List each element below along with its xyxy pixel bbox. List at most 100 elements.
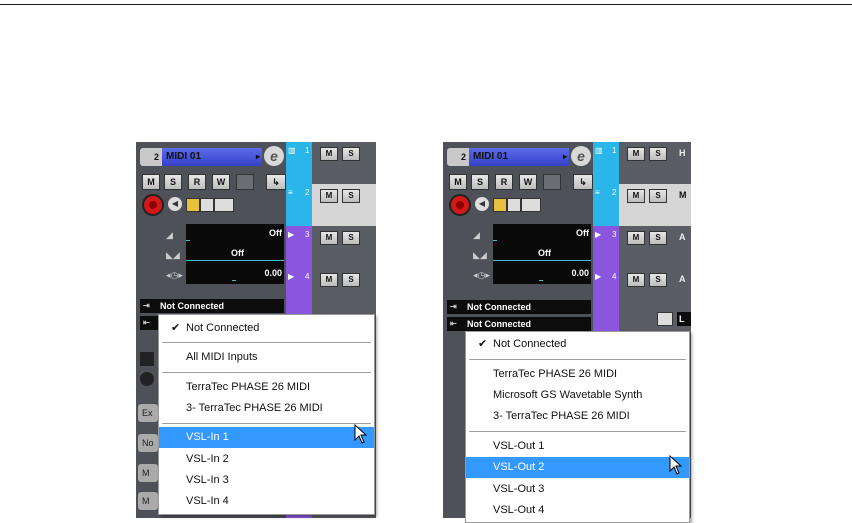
export-icon[interactable]: ↳ [266,174,286,190]
flag-icon: ▶ [288,230,295,239]
monitor-icon[interactable]: ◀ [168,197,182,211]
mute-button[interactable]: M [627,273,645,287]
record-icon[interactable] [449,194,471,216]
flag-icon: ▶ [595,272,602,281]
track-row-3[interactable]: ▶ 3 [593,226,619,268]
side-button-3[interactable]: M [138,464,158,482]
mute-button[interactable]: M [449,174,467,190]
delay-icon: ◂◷▸ [473,270,490,280]
side-button-4[interactable]: M [138,492,158,510]
record-icon[interactable] [142,194,164,216]
menu-item-not-connected[interactable]: ✔ Not Connected [466,334,689,355]
solo-button[interactable]: S [649,147,667,161]
lanes-icon[interactable] [214,198,234,212]
side-button-1[interactable]: Ex [138,404,158,422]
menu-item-selected[interactable]: VSL-Out 2 [466,457,689,478]
menu-item[interactable]: VSL-Out 1 [466,436,689,457]
track-name-field[interactable]: MIDI 01 ▸ [469,148,569,166]
pan-value: Off [538,248,551,258]
output-routing-field[interactable]: ⇤ Not Connected [447,317,591,331]
top-divider [0,4,852,5]
read-button[interactable]: R [495,174,513,190]
info-icon[interactable] [140,372,154,386]
inspector-toggle-icon[interactable] [236,174,254,190]
track-row-2[interactable]: ≡ 2 [286,184,312,226]
lanes-icon[interactable] [521,198,541,212]
menu-item[interactable]: TerraTec PHASE 26 MIDI [466,364,689,385]
mute-button[interactable]: M [320,273,338,287]
menu-item-not-connected[interactable]: ✔ Not Connected [159,318,374,339]
solo-button[interactable]: S [342,189,360,203]
flag-icon: ▶ [288,272,295,281]
track-label: A [679,232,686,242]
edit-icon[interactable]: e [264,146,284,166]
solo-button[interactable]: S [649,231,667,245]
solo-button[interactable]: S [342,231,360,245]
volume-bar [493,240,497,241]
solo-button[interactable]: S [471,174,489,190]
output-routing-field[interactable]: ⇤ [140,316,160,330]
lock-icon[interactable] [507,198,521,212]
menu-item[interactable]: VSL-In 4 [159,491,374,512]
track-row-4[interactable]: ▶ 4 [286,268,312,310]
pan-icon: ◣◢ [473,250,487,260]
menu-item[interactable]: VSL-Out 4 [466,500,689,521]
piano-icon: ▥ [288,146,296,155]
solo-button[interactable]: S [649,273,667,287]
menu-item[interactable]: TerraTec PHASE 26 MIDI [159,377,374,398]
track-name-field[interactable]: MIDI 01 ▸ [162,148,262,166]
track-name-label: MIDI 01 [166,151,202,162]
chevron-right-icon: ▸ [562,152,567,161]
solo-button[interactable]: S [342,147,360,161]
solo-button[interactable]: S [164,174,182,190]
inspector-toggle-icon[interactable] [543,174,561,190]
write-button[interactable]: W [519,174,537,190]
track-row-1[interactable]: ▥ 1 [286,142,312,184]
menu-item[interactable]: VSL-In 2 [159,449,374,470]
menu-item[interactable]: 3- TerraTec PHASE 26 MIDI [466,406,689,427]
volume-icon: ◢ [473,230,480,240]
menu-item[interactable]: VSL-In 3 [159,470,374,491]
menu-item-selected[interactable]: VSL-In 1 [159,427,374,448]
fader-display[interactable]: Off Off 0.00 [186,224,284,284]
midi-output-menu: ✔ Not Connected TerraTec PHASE 26 MIDI M… [465,331,690,523]
side-button-2[interactable]: No [138,434,158,452]
mute-button[interactable]: M [627,231,645,245]
lock-icon[interactable] [200,198,214,212]
track-label: A [679,274,686,284]
input-routing-field[interactable]: ⇥ Not Connected [447,300,591,314]
input-routing-field[interactable]: ⇥ Not Connected [140,299,284,313]
menu-item-label: Not Connected [493,338,567,350]
export-icon[interactable]: ↳ [573,174,593,190]
note-icon[interactable] [186,198,200,212]
menu-item[interactable]: All MIDI Inputs [159,347,374,368]
list-icon[interactable] [140,352,154,366]
menu-item[interactable]: Microsoft GS Wavetable Synth [466,385,689,406]
write-button[interactable]: W [212,174,230,190]
mute-button[interactable]: M [320,231,338,245]
volume-bar [186,240,190,241]
mute-button[interactable]: M [627,189,645,203]
delay-value: 0.00 [571,268,589,278]
menu-item[interactable]: 3- TerraTec PHASE 26 MIDI [159,398,374,419]
lane-field[interactable]: L [677,312,691,326]
solo-button[interactable]: S [649,189,667,203]
fader-display[interactable]: Off Off 0.00 [493,224,591,284]
lock-icon[interactable] [657,312,673,326]
mute-button[interactable]: M [320,147,338,161]
mute-button[interactable]: M [627,147,645,161]
track-row-4[interactable]: ▶ 4 [593,268,619,310]
menu-item[interactable]: VSL-Out 3 [466,479,689,500]
edit-icon[interactable]: e [571,146,591,166]
track-row-1[interactable]: ▥ 1 [593,142,619,184]
piano-icon: ▥ [595,146,603,155]
note-icon[interactable] [493,198,507,212]
read-button[interactable]: R [188,174,206,190]
solo-button[interactable]: S [342,273,360,287]
track-row-3[interactable]: ▶ 3 [286,226,312,268]
track-num: 2 [612,188,617,197]
mute-button[interactable]: M [320,189,338,203]
track-row-2[interactable]: ≡ 2 [593,184,619,226]
mute-button[interactable]: M [142,174,160,190]
monitor-icon[interactable]: ◀ [475,197,489,211]
